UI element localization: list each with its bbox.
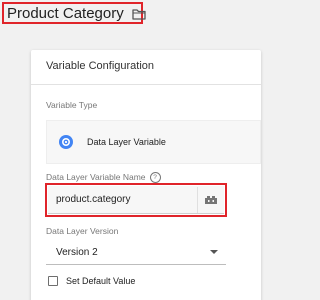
gear-icon — [59, 135, 73, 149]
variable-name-input[interactable] — [48, 185, 197, 214]
set-default-value-row[interactable]: Set Default Value — [48, 276, 135, 286]
variable-type-label: Variable Type — [46, 100, 98, 110]
version-dropdown[interactable]: Version 2 — [46, 240, 226, 265]
variable-name-field[interactable] — [48, 185, 224, 214]
tag-editor: Product Category Variable Configuration … — [0, 0, 261, 300]
set-default-value-label: Set Default Value — [66, 276, 136, 286]
card-divider — [31, 84, 261, 85]
variable-name-label: Data Layer Variable Name — [46, 172, 146, 182]
help-icon[interactable]: ? — [149, 172, 161, 184]
card-title: Variable Configuration — [46, 60, 155, 72]
variable-type-value: Data Layer Variable — [87, 137, 166, 147]
chevron-down-icon — [210, 250, 218, 254]
variable-name-label-row: Data Layer Variable Name? — [46, 172, 161, 184]
variable-picker-icon[interactable] — [197, 186, 224, 213]
variable-title-text[interactable]: Product Category — [7, 5, 124, 22]
version-label: Data Layer Version — [46, 226, 119, 236]
variable-title[interactable]: Product Category — [2, 2, 146, 24]
set-default-value-checkbox[interactable] — [48, 276, 58, 286]
folder-icon[interactable] — [132, 7, 146, 20]
version-value: Version 2 — [56, 246, 98, 258]
variable-type-selector[interactable]: Data Layer Variable — [46, 120, 261, 164]
